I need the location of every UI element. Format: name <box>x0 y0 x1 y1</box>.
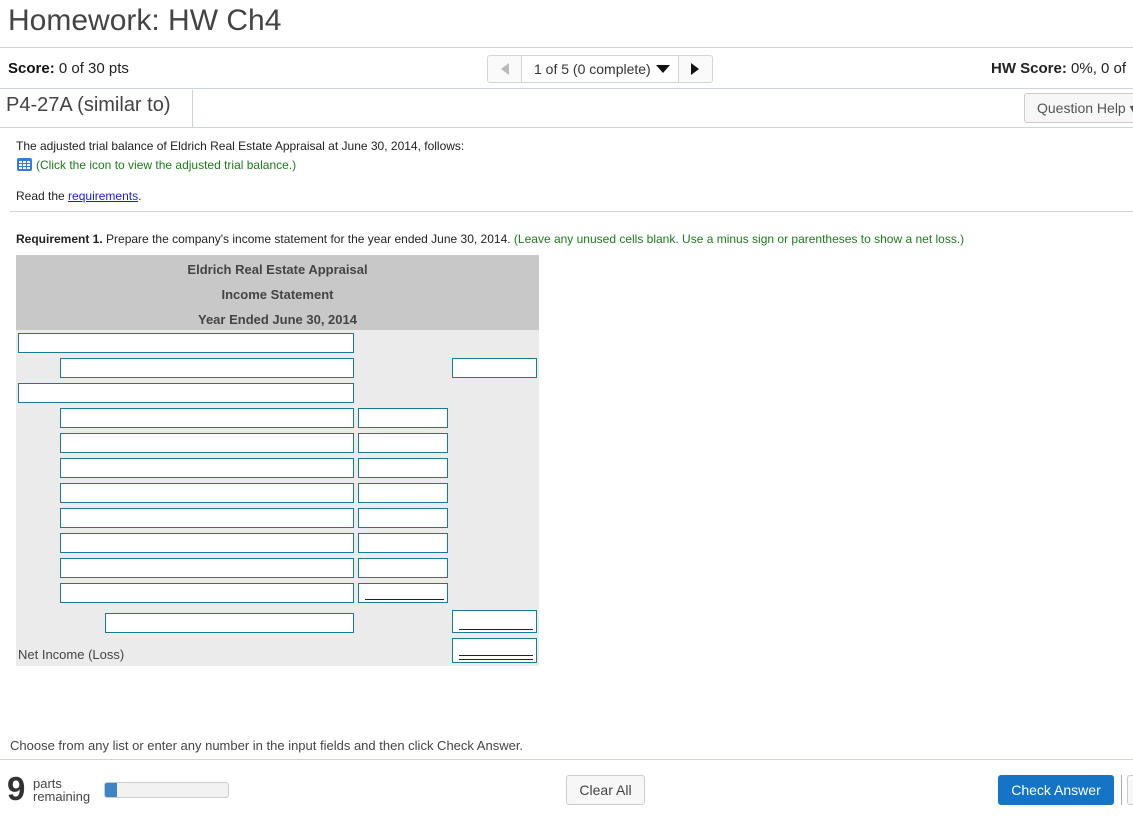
requirement-text: Prepare the company's income statement f… <box>102 232 514 246</box>
expense-amount-input[interactable] <box>358 583 448 603</box>
expense-amount-input[interactable] <box>358 508 448 528</box>
divider <box>10 211 1133 212</box>
expense-amount-input[interactable] <box>358 483 448 503</box>
parts-remaining-label: parts remaining <box>33 777 90 803</box>
question-position: 1 of 5 (0 complete) <box>534 61 651 77</box>
requirement-label: Requirement 1. <box>16 232 103 246</box>
read-suffix: . <box>138 189 142 203</box>
expense-account-input[interactable] <box>60 483 354 503</box>
check-answer-button[interactable]: Check Answer <box>998 775 1114 805</box>
score-label: Score: <box>8 60 55 77</box>
remaining-label: remaining <box>33 789 91 804</box>
previous-question-button[interactable] <box>488 56 521 82</box>
statement-period: Year Ended June 30, 2014 <box>198 312 357 327</box>
instructions: Choose from any list or enter any number… <box>10 738 524 753</box>
expense-account-input[interactable] <box>60 408 354 428</box>
expense-account-input[interactable] <box>60 433 354 453</box>
read-requirements: Read the requirements. <box>16 189 141 203</box>
net-income-label: Net Income (Loss) <box>18 647 125 662</box>
expense-amount-input[interactable] <box>358 433 448 453</box>
expense-section-label-input[interactable] <box>18 383 354 403</box>
revenue-account-input[interactable] <box>60 358 354 378</box>
progress-fill <box>105 783 118 797</box>
statement-name: Income Statement <box>221 287 334 302</box>
clear-all-button[interactable]: Clear All <box>566 775 645 805</box>
page-title: Homework: HW Ch4 <box>8 4 282 37</box>
revenue-amount-input[interactable] <box>452 358 537 378</box>
expense-amount-input[interactable] <box>358 533 448 553</box>
divider <box>0 759 1133 760</box>
expense-account-input[interactable] <box>60 508 354 528</box>
next-question-button[interactable] <box>679 56 712 82</box>
trial-balance-hint-text: (Click the icon to view the adjusted tri… <box>36 158 297 172</box>
expense-amount-input[interactable] <box>358 558 448 578</box>
statement-header: Eldrich Real Estate Appraisal Income Sta… <box>16 255 539 330</box>
score-value: 0 of 30 pts <box>58 60 129 77</box>
expense-account-input[interactable] <box>60 533 354 553</box>
parts-progress-bar <box>104 782 229 798</box>
net-income-amount-input[interactable] <box>452 638 537 663</box>
question-select-dropdown[interactable]: 1 of 5 (0 complete) <box>521 56 679 82</box>
question-id: P4-27A (similar to) <box>6 94 171 116</box>
question-navigator: 1 of 5 (0 complete) <box>487 55 713 83</box>
score: Score: 0 of 30 pts <box>8 60 129 77</box>
requirements-link[interactable]: requirements <box>68 189 138 203</box>
company-name: Eldrich Real Estate Appraisal <box>187 262 368 277</box>
hw-score-value: 0%, 0 of <box>1071 60 1127 77</box>
table-grid-icon[interactable] <box>17 158 32 171</box>
total-expenses-amount-input[interactable] <box>452 610 537 633</box>
more-button[interactable] <box>1127 775 1133 805</box>
triangle-right-icon <box>691 63 700 75</box>
trial-balance-hint: (Click the icon to view the adjusted tri… <box>17 158 296 172</box>
divider <box>192 90 193 127</box>
expense-amount-input[interactable] <box>358 458 448 478</box>
divider <box>0 127 1133 128</box>
expense-account-input[interactable] <box>60 558 354 578</box>
problem-intro: The adjusted trial balance of Eldrich Re… <box>16 139 465 153</box>
revenue-section-label-input[interactable] <box>18 333 354 353</box>
question-help-button[interactable]: Question Help ▾ <box>1024 93 1133 123</box>
divider <box>0 47 1133 48</box>
hw-score: HW Score: 0%, 0 of <box>991 60 1126 77</box>
expense-account-input[interactable] <box>60 458 354 478</box>
expense-amount-input[interactable] <box>358 408 448 428</box>
divider <box>1121 775 1122 805</box>
expense-account-input[interactable] <box>60 583 354 603</box>
total-expenses-label-input[interactable] <box>105 613 354 633</box>
triangle-left-icon <box>500 63 509 75</box>
caret-down-icon <box>655 65 670 73</box>
hw-score-label: HW Score: <box>991 60 1067 77</box>
requirement-1: Requirement 1. Prepare the company's inc… <box>16 232 964 246</box>
parts-remaining-count: 9 <box>7 770 26 807</box>
read-prefix: Read the <box>16 189 69 203</box>
divider <box>0 88 1133 89</box>
requirement-note: (Leave any unused cells blank. Use a min… <box>513 232 965 246</box>
income-statement: Eldrich Real Estate Appraisal Income Sta… <box>16 255 539 666</box>
